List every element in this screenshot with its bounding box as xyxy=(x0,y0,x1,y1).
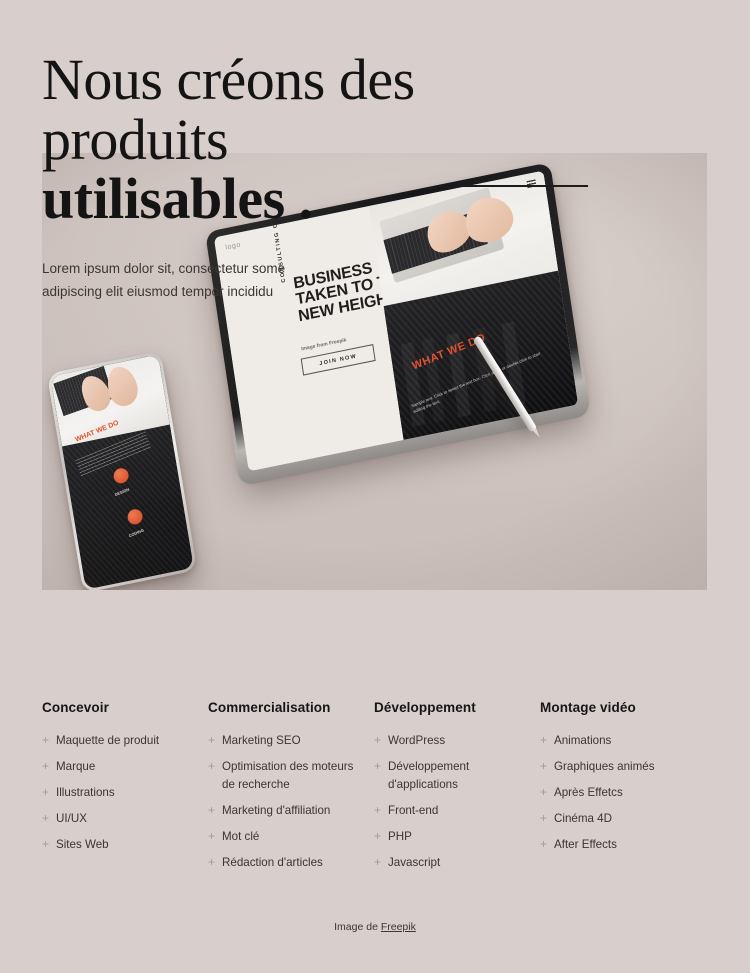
list-item[interactable]: + Marketing d'affiliation xyxy=(208,802,358,820)
footer-column-title: Développement xyxy=(374,700,476,715)
footer-column-title: Commercialisation xyxy=(208,700,331,715)
plus-icon: + xyxy=(42,733,50,747)
list-item-label: Optimisation des moteurs de recherche xyxy=(222,760,354,791)
list-item[interactable]: + Rédaction d'articles xyxy=(208,854,358,872)
list-item[interactable]: + Sites Web xyxy=(42,836,192,854)
headline-line-3: utilisables . xyxy=(42,166,313,232)
list-item[interactable]: + Animations xyxy=(540,732,690,750)
plus-icon: + xyxy=(42,837,50,852)
list-item[interactable]: + Illustrations xyxy=(42,784,192,802)
footer-column-developpement: Développement + WordPress + Développement … xyxy=(374,700,540,880)
freepik-link[interactable]: Freepik xyxy=(381,921,416,933)
plus-icon: + xyxy=(208,828,216,843)
list-item-label: Rédaction d'articles xyxy=(222,856,323,870)
footer-column-title: Concevoir xyxy=(42,700,109,715)
plus-icon: + xyxy=(42,759,50,774)
list-item[interactable]: + Mot clé xyxy=(208,828,358,846)
page-title: Nous créons des produits utilisables . xyxy=(42,50,512,229)
list-item-label: Mot clé xyxy=(222,829,260,843)
footer-column-list: + Animations + Graphiques animés + Après Ef… xyxy=(540,732,706,854)
plus-icon: + xyxy=(540,811,548,826)
list-item-label: Animations xyxy=(554,734,612,747)
plus-icon: + xyxy=(374,759,382,774)
list-item[interactable]: + Marque xyxy=(42,758,192,776)
headline-line-2: produits xyxy=(42,106,229,172)
plus-icon: + xyxy=(374,855,382,870)
footer-column-montage-video: Montage vidéo + Animations + Graphiques an… xyxy=(540,700,706,880)
plus-icon: + xyxy=(208,759,216,774)
list-item-label: WordPress xyxy=(388,734,446,747)
list-item-label: Marque xyxy=(56,760,96,774)
plus-icon: + xyxy=(540,837,548,852)
plus-icon: + xyxy=(540,759,548,774)
list-item[interactable]: + Après Effetcs xyxy=(540,784,690,802)
list-item[interactable]: + Graphiques animés xyxy=(540,758,690,776)
plus-icon: + xyxy=(208,802,216,817)
list-item-label: Marketing SEO xyxy=(222,734,301,747)
footer-column-list: + WordPress + Développement d'applications… xyxy=(374,732,540,872)
list-item[interactable]: + WordPress xyxy=(374,732,524,750)
list-item[interactable]: + Maquette de produit xyxy=(42,732,192,750)
plus-icon: + xyxy=(374,828,382,843)
hero-text-block: Nous créons des produits utilisables . L… xyxy=(42,0,512,304)
footer-link-columns: Concevoir + Maquette de produit + Marque +… xyxy=(0,700,750,880)
decorative-rule xyxy=(462,185,588,187)
footer-column-concevoir: Concevoir + Maquette de produit + Marque +… xyxy=(42,700,208,880)
plus-icon: + xyxy=(42,785,50,800)
plus-icon: + xyxy=(540,785,548,800)
list-item-label: UI/UX xyxy=(56,812,87,826)
list-item[interactable]: + Développement d'applications xyxy=(374,758,524,793)
plus-icon: + xyxy=(42,811,50,826)
list-item-label: Marketing d'affiliation xyxy=(222,803,331,817)
list-item-label: Javascript xyxy=(388,856,441,870)
list-item[interactable]: + Marketing SEO xyxy=(208,732,358,750)
list-item-label: PHP xyxy=(388,829,412,843)
list-item[interactable]: + PHP xyxy=(374,828,524,846)
plus-icon: + xyxy=(540,733,548,747)
image-credit: Image de Freepik xyxy=(0,921,750,933)
list-item[interactable]: + Cinéma 4D xyxy=(540,810,690,828)
list-item-label: Graphiques animés xyxy=(554,760,655,774)
list-item-label: Maquette de produit xyxy=(56,734,160,747)
footer-column-list: + Marketing SEO + Optimisation des moteurs… xyxy=(208,732,374,872)
headline-line-1: Nous créons des xyxy=(42,47,415,112)
list-item[interactable]: + Front-end xyxy=(374,802,524,820)
plus-icon: + xyxy=(374,802,382,817)
plus-icon: + xyxy=(374,733,382,747)
list-item-label: Cinéma 4D xyxy=(554,812,612,826)
list-item-label: Sites Web xyxy=(56,838,109,852)
footer-column-list: + Maquette de produit + Marque + Illustrati… xyxy=(42,732,208,854)
hero-section: logo CONSULTING COMPANY BUSINESS TAKEN T… xyxy=(0,0,750,600)
list-item-label: Illustrations xyxy=(56,786,115,800)
list-item[interactable]: + Javascript xyxy=(374,854,524,872)
list-item[interactable]: + After Effects xyxy=(540,836,690,854)
footer-column-title: Montage vidéo xyxy=(540,700,636,715)
plus-icon: + xyxy=(208,733,216,747)
hero-subtitle: Lorem ipsum dolor sit, consectetur some … xyxy=(42,261,286,300)
list-item-label: Après Effetcs xyxy=(554,786,623,800)
image-credit-prefix: Image de xyxy=(334,921,381,933)
list-item-label: Développement d'applications xyxy=(388,760,470,791)
list-item-label: Front-end xyxy=(388,803,439,817)
list-item[interactable]: + UI/UX xyxy=(42,810,192,828)
list-item[interactable]: + Optimisation des moteurs de recherche xyxy=(208,758,358,793)
list-item-label: After Effects xyxy=(554,838,617,852)
plus-icon: + xyxy=(208,855,216,870)
footer-column-commercialisation: Commercialisation + Marketing SEO + Optimi… xyxy=(208,700,374,880)
